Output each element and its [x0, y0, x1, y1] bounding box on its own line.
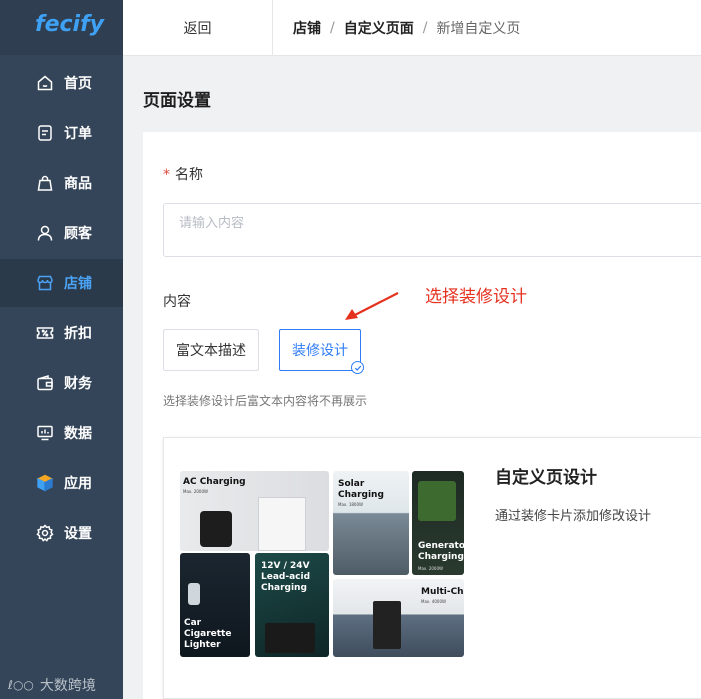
breadcrumb: 店铺 / 自定义页面 / 新增自定义页 [293, 0, 520, 55]
sidebar-item-finance[interactable]: 财务 [0, 359, 123, 407]
sidebar-item-label: 顾客 [64, 226, 92, 242]
thumbnail-title: Generator Charging [418, 541, 464, 562]
thumbnail-solar-charging: Solar Charging Max. 1800W [333, 471, 409, 575]
option-rich-text[interactable]: 富文本描述 [163, 329, 259, 371]
sidebar-item-label: 数据 [64, 426, 92, 442]
sidebar-item-label: 商品 [64, 176, 92, 192]
discount-icon [36, 324, 54, 342]
watermark-text: 大数跨境 [39, 678, 96, 694]
design-card[interactable]: AC Charging Max. 2000W Solar Charging Ma… [163, 437, 701, 699]
design-title: 自定义页设计 [495, 468, 597, 488]
sidebar-item-discounts[interactable]: 折扣 [0, 309, 123, 357]
check-icon [351, 361, 364, 374]
top-bar: 返回 店铺 / 自定义页面 / 新增自定义页 [123, 0, 701, 56]
thumbnail-lead-acid-charging: 12V / 24V Lead-acid Charging [255, 553, 329, 657]
page-title: 页面设置 [143, 91, 211, 111]
breadcrumb-separator: / [422, 19, 428, 36]
thumbnail-title: Multi-Cha [421, 587, 464, 597]
sidebar-item-label: 店铺 [64, 276, 92, 292]
annotation-arrow-icon [345, 292, 399, 320]
sidebar-item-store[interactable]: 店铺 [0, 259, 123, 307]
thumbnail-title: Solar Charging [338, 479, 384, 500]
sidebar-item-label: 应用 [64, 476, 92, 492]
breadcrumb-current: 新增自定义页 [436, 20, 521, 37]
name-label-text: 名称 [175, 167, 203, 183]
sidebar-item-home[interactable]: 首页 [0, 59, 123, 107]
thumbnail-title: Car Cigarette Lighter [184, 618, 232, 650]
thumbnail-car-cigarette-lighter: Car Cigarette Lighter [180, 553, 250, 657]
thumbnail-title: 12V / 24V Lead-acid Charging [261, 561, 311, 593]
watermark: ℓ○○ 大数跨境 [8, 675, 96, 695]
sidebar-item-orders[interactable]: 订单 [0, 109, 123, 157]
box-icon [36, 474, 54, 492]
required-mark: * [163, 167, 170, 183]
sidebar-item-label: 首页 [64, 76, 92, 92]
order-icon [36, 124, 54, 142]
name-input-placeholder: 请输入内容 [179, 216, 245, 231]
breadcrumb-separator: / [330, 19, 335, 36]
brand-logo[interactable]: fecify [35, 12, 104, 37]
thumbnail-subtitle: Max. 1800W [338, 502, 363, 507]
sidebar-item-data[interactable]: 数据 [0, 409, 123, 457]
logo-bar: fecify [0, 0, 123, 55]
thumbnail-subtitle: Max. 4000W [421, 599, 446, 604]
thumbnail-multi-charging: Multi-Cha Max. 4000W [333, 579, 464, 657]
design-description: 通过装修卡片添加修改设计 [495, 509, 652, 524]
sidebar-item-label: 设置 [64, 526, 92, 542]
sidebar-item-apps[interactable]: 应用 [0, 459, 123, 507]
wallet-icon [36, 374, 54, 392]
thumbnail-ac-charging: AC Charging Max. 2000W [180, 471, 329, 551]
option-label: 富文本描述 [176, 343, 246, 359]
gear-icon [36, 524, 54, 542]
sidebar-item-label: 折扣 [64, 326, 92, 342]
sidebar-item-label: 财务 [64, 376, 92, 392]
sidebar-item-label: 订单 [64, 126, 92, 142]
store-icon [36, 274, 54, 292]
name-label: * 名称 [163, 164, 203, 184]
annotation-text: 选择装修设计 [425, 287, 527, 307]
chart-icon [36, 424, 54, 442]
watermark-logo-icon: ℓ○○ [8, 678, 34, 692]
option-decoration-design[interactable]: 装修设计 [279, 329, 364, 374]
breadcrumb-store[interactable]: 店铺 [293, 18, 321, 38]
user-icon [36, 224, 54, 242]
thumbnail-subtitle: Max. 2000W [183, 489, 208, 494]
sidebar: fecify 首页 订单 商品 顾客 店铺 折扣 财务 数据 应用 设置 ℓ○○… [0, 0, 123, 699]
thumbnail-subtitle: Max. 2000W [418, 566, 443, 571]
back-button[interactable]: 返回 [123, 0, 273, 55]
home-icon [36, 74, 54, 92]
breadcrumb-custom-pages[interactable]: 自定义页面 [344, 18, 414, 38]
name-input[interactable]: 请输入内容 [163, 203, 701, 257]
content-label: 内容 [163, 294, 191, 310]
thumbnail-generator-charging: Generator Charging Max. 2000W [412, 471, 464, 575]
bag-icon [36, 174, 54, 192]
sidebar-item-settings[interactable]: 设置 [0, 509, 123, 557]
content-hint: 选择装修设计后富文本内容将不再展示 [163, 394, 368, 408]
thumbnail-title: AC Charging [183, 477, 246, 487]
sidebar-item-customers[interactable]: 顾客 [0, 209, 123, 257]
option-label: 装修设计 [292, 343, 348, 359]
sidebar-item-products[interactable]: 商品 [0, 159, 123, 207]
